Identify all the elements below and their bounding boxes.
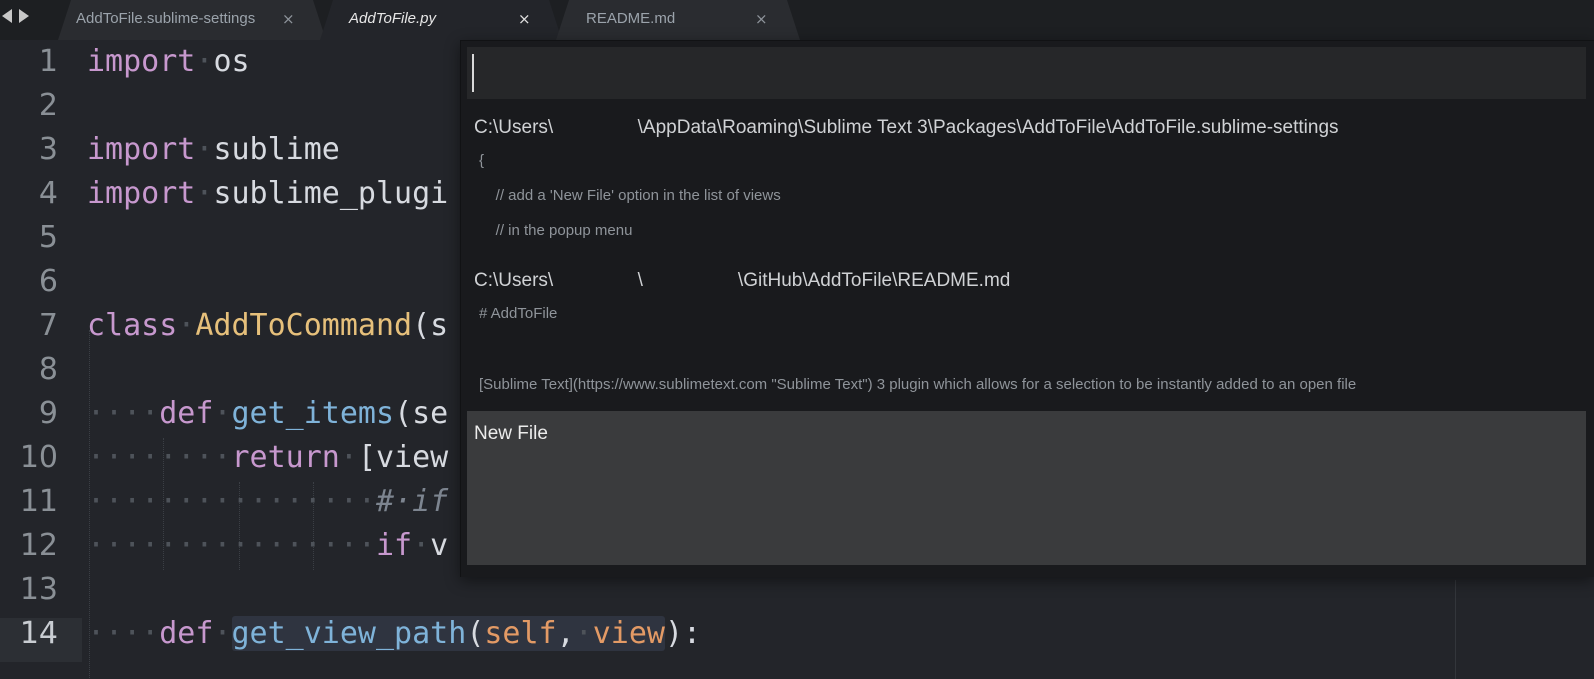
- tab-bar: AddToFile.sublime-settings × AddToFile.p…: [0, 0, 1594, 40]
- keyword: return: [231, 440, 340, 475]
- line-number: 4: [38, 176, 58, 211]
- line-number-current: 14: [19, 616, 58, 651]
- comment: #·if: [375, 484, 449, 519]
- tab-label: README.md: [586, 10, 676, 27]
- triangle-left-icon[interactable]: [2, 9, 12, 23]
- line-number: 2: [38, 88, 58, 123]
- code-text: (: [466, 616, 485, 651]
- line-number: 10: [19, 440, 58, 475]
- text-caret: [472, 54, 474, 92]
- code-line: ········return·[view: [87, 436, 448, 480]
- item-title: New File: [474, 423, 548, 444]
- whitespace-marker: ················: [87, 484, 376, 519]
- tab-addtofile-settings[interactable]: AddToFile.sublime-settings ×: [58, 0, 326, 40]
- quick-panel-item-selected[interactable]: New File: [467, 411, 1586, 565]
- code-text: v: [430, 528, 449, 563]
- module-name: sublime_plugi: [213, 176, 449, 211]
- code-text: (se: [394, 396, 449, 431]
- item-title: C:\Users\ \AppData\Roaming\Sublime Text …: [474, 117, 1339, 138]
- line-number: 6: [38, 264, 58, 299]
- code-line: import·sublime: [87, 128, 340, 172]
- quick-panel-popup: C:\Users\ \AppData\Roaming\Sublime Text …: [460, 40, 1594, 577]
- whitespace-marker: ·: [195, 44, 214, 79]
- line-number: 11: [19, 484, 58, 519]
- whitespace-marker: ·: [195, 176, 214, 211]
- ruler-line: [1455, 580, 1456, 679]
- whitespace-marker: ·: [213, 616, 232, 651]
- triangle-right-icon[interactable]: [19, 9, 29, 23]
- line-number: 13: [19, 572, 58, 607]
- item-detail: // in the popup menu: [479, 222, 633, 239]
- whitespace-marker: ····: [87, 396, 160, 431]
- keyword: def: [159, 616, 214, 651]
- item-detail: # AddToFile: [479, 305, 558, 322]
- line-number: 5: [38, 220, 58, 255]
- item-title: C:\Users\ \ \GitHub\AddToFile\README.md: [474, 270, 1011, 291]
- whitespace-marker: ·: [195, 132, 214, 167]
- class-name: AddToCommand: [195, 308, 413, 343]
- quick-panel-item[interactable]: C:\Users\ \AppData\Roaming\Sublime Text …: [461, 99, 1594, 250]
- close-icon[interactable]: ×: [518, 9, 531, 29]
- whitespace-marker: ·: [213, 396, 232, 431]
- function-name: get_items: [231, 396, 395, 431]
- quick-panel-item[interactable]: C:\Users\ \ \GitHub\AddToFile\README.md …: [461, 251, 1594, 407]
- whitespace-marker: ·: [574, 616, 593, 651]
- whitespace-marker: ········: [87, 440, 232, 475]
- module-name: sublime: [213, 132, 340, 167]
- quick-panel-input[interactable]: [467, 47, 1586, 99]
- code-line-current: ····def·get_view_path(self,·view):: [87, 612, 701, 656]
- parameter: self: [484, 616, 557, 651]
- code-text: ,: [556, 616, 575, 651]
- line-number: 1: [38, 44, 58, 79]
- item-detail: [Sublime Text](https://www.sublimetext.c…: [479, 376, 1357, 393]
- line-number: 12: [19, 528, 58, 563]
- keyword: import: [87, 176, 196, 211]
- whitespace-marker: ·: [412, 528, 431, 563]
- parameter: view: [592, 616, 665, 651]
- keyword: import: [87, 132, 196, 167]
- code-line: ················if·v: [87, 524, 448, 568]
- close-icon[interactable]: ×: [755, 9, 768, 29]
- module-name: os: [213, 44, 250, 79]
- tab-label: AddToFile.py: [349, 10, 436, 27]
- item-detail: {: [479, 152, 485, 169]
- keyword: class: [87, 308, 178, 343]
- tab-addtofile-py[interactable]: AddToFile.py ×: [320, 0, 562, 40]
- code-line: import·sublime_plugi: [87, 172, 448, 216]
- sublime-text-window: AddToFile.sublime-settings × AddToFile.p…: [0, 0, 1594, 679]
- keyword: def: [159, 396, 214, 431]
- line-number: 3: [38, 132, 58, 167]
- keyword: import: [87, 44, 196, 79]
- function-name: get_view_path: [231, 616, 467, 651]
- selection-highlight: get_view_path(self,·view: [231, 616, 665, 651]
- code-line: ················#·if: [87, 480, 448, 524]
- code-line: import·os: [87, 40, 250, 84]
- code-text: ):: [665, 616, 702, 651]
- whitespace-marker: ····: [87, 616, 160, 651]
- tab-readme[interactable]: README.md ×: [556, 0, 800, 40]
- line-number: 7: [38, 308, 58, 343]
- line-number: 8: [38, 352, 58, 387]
- code-text: (s: [412, 308, 449, 343]
- tab-label: AddToFile.sublime-settings: [76, 10, 256, 27]
- whitespace-marker: ·: [177, 308, 196, 343]
- whitespace-marker: ·: [339, 440, 358, 475]
- line-number: 9: [38, 396, 58, 431]
- whitespace-marker: ················: [87, 528, 376, 563]
- code-line: ····def·get_items(se: [87, 392, 448, 436]
- code-text: [view: [357, 440, 449, 475]
- item-detail: // add a 'New File' option in the list o…: [479, 187, 781, 204]
- code-line: class·AddToCommand(s: [87, 304, 448, 348]
- keyword: if: [375, 528, 413, 563]
- close-icon[interactable]: ×: [282, 9, 295, 29]
